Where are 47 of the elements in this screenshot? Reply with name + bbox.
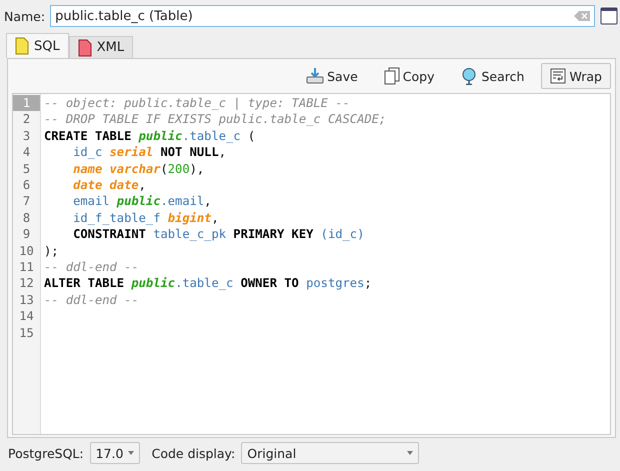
wrap-icon — [550, 68, 566, 84]
line-number: 15 — [18, 324, 35, 342]
line-number: 1 — [13, 95, 40, 112]
line-number: 4 — [22, 144, 32, 161]
window-icon[interactable] — [600, 7, 618, 25]
save-button[interactable]: Save — [297, 63, 367, 89]
code-line: name varchar(200), — [73, 162, 204, 176]
line-number: 9 — [22, 226, 32, 243]
line-number: 7 — [22, 193, 32, 210]
copy-icon — [384, 67, 400, 85]
version-label: PostgreSQL: — [8, 446, 84, 460]
code-line: -- ddl-end -- — [44, 292, 139, 307]
line-number: 2 — [22, 111, 32, 128]
search-button[interactable]: Search — [452, 63, 534, 89]
line-number: 5 — [22, 160, 32, 178]
code-line: CONSTRAINT table_c_pk PRIMARY KEY (id_c) — [73, 227, 364, 242]
line-number: 12 — [18, 275, 35, 292]
line-number: 10 — [18, 242, 35, 260]
line-number: 8 — [22, 210, 32, 226]
code-line: CREATE TABLE public.table_c ( — [44, 128, 256, 143]
name-label: Name: — [4, 8, 46, 24]
search-icon — [460, 67, 478, 85]
line-number: 14 — [18, 308, 35, 325]
code-display-label: Code display: — [152, 446, 236, 460]
code-line: date date, — [73, 178, 146, 192]
line-number: 13 — [18, 292, 35, 308]
code-line: -- ddl-end -- — [44, 260, 139, 274]
line-number: 3 — [22, 128, 32, 144]
code-line: email public.email, — [73, 194, 212, 208]
xml-file-icon — [78, 38, 92, 56]
tab[interactable]: XML — [68, 36, 134, 58]
code-line: id_f_table_f bigint, — [73, 210, 219, 225]
copy-button[interactable]: Copy — [374, 63, 444, 89]
line-number: 11 — [18, 259, 35, 276]
line-number: 6 — [22, 177, 32, 194]
version-dropdown[interactable]: 17.0 — [90, 442, 140, 464]
name-field[interactable]: public.table_c (Table) — [50, 5, 595, 27]
code-line: -- object: public.table_c | type: TABLE -- — [44, 96, 350, 110]
code-display-dropdown[interactable]: Original — [241, 442, 420, 464]
code-line: id_c serial NOT NULL, — [73, 145, 226, 160]
wrap-button[interactable]: Wrap — [541, 63, 611, 89]
code-line: ALTER TABLE public.table_c OWNER TO postgres; — [44, 276, 372, 290]
code-line: ); — [44, 244, 59, 258]
sql-file-icon — [15, 37, 29, 55]
code-line: -- DROP TABLE IF EXISTS public.table_c CASCADE; — [44, 112, 386, 126]
save-icon — [306, 67, 324, 85]
tab[interactable]: SQL — [6, 33, 69, 58]
